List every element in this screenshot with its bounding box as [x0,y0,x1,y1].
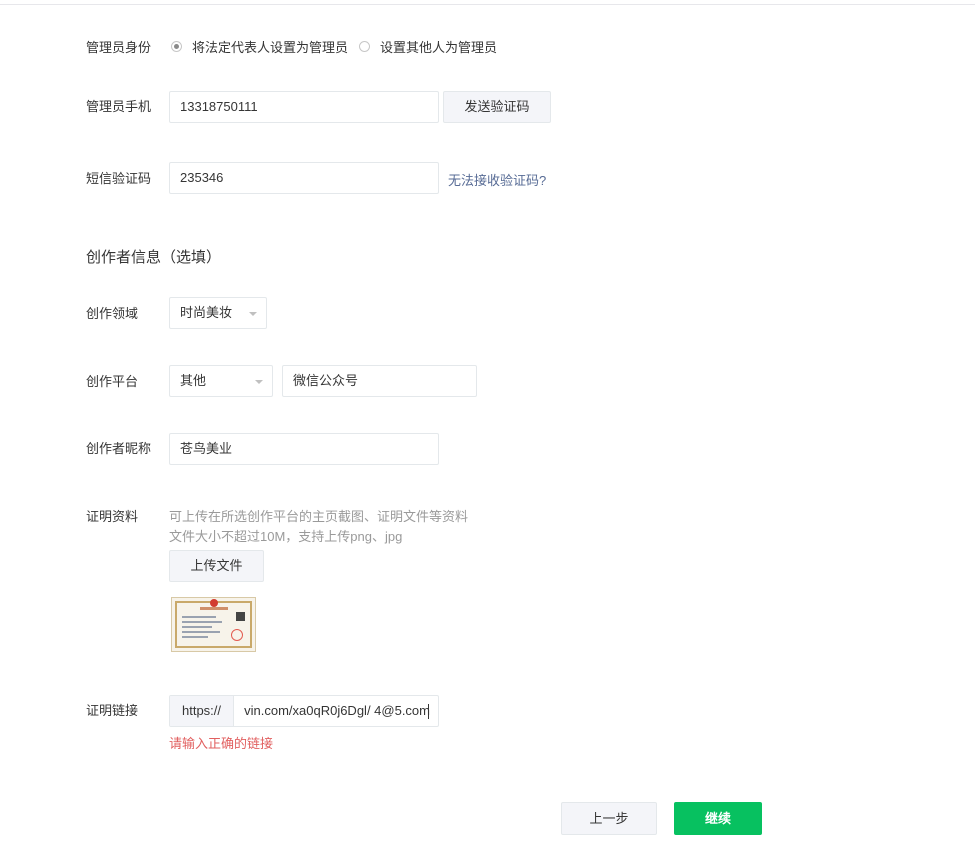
admin-phone-label: 管理员手机 [86,99,152,114]
admin-phone-input[interactable]: 13318750111 [169,91,439,123]
chevron-down-icon [255,380,263,384]
uploaded-license-thumbnail[interactable] [171,597,256,652]
custom-platform-input[interactable]: 微信公众号 [282,365,477,397]
creator-nickname-input[interactable]: 苍鸟美业 [169,433,439,465]
creation-field-value: 时尚美妆 [180,305,233,320]
proof-link-value: vin.com/xa0qR0j6Dgl/ 4@5.com [244,703,430,718]
radio-checked-icon [171,41,182,52]
previous-step-button[interactable]: 上一步 [561,802,657,835]
license-title-mark [200,607,228,610]
radio-legal-rep[interactable]: 将法定代表人设置为管理员 [171,37,348,56]
proof-material-label: 证明资料 [86,509,139,524]
license-text-line [182,631,220,633]
proof-hint-line1: 可上传在所选创作平台的主页截图、证明文件等资料 [169,509,469,524]
proof-link-label: 证明链接 [86,703,139,718]
proof-hint-line2: 文件大小不超过10M，支持上传png、jpg [169,529,403,544]
qr-code-icon [236,612,245,621]
cannot-receive-code-link[interactable]: 无法接收验证码? [448,170,546,189]
upload-file-button[interactable]: 上传文件 [169,550,264,582]
continue-button[interactable]: 继续 [674,802,762,835]
creator-nickname-label: 创作者昵称 [86,441,152,456]
radio-other-person[interactable]: 设置其他人为管理员 [359,37,497,56]
text-cursor [428,704,429,719]
license-text-line [182,621,222,623]
proof-link-input[interactable]: vin.com/xa0qR0j6Dgl/ 4@5.com [234,696,438,726]
proof-link-input-group[interactable]: https:// vin.com/xa0qR0j6Dgl/ 4@5.com [169,695,439,727]
send-code-button[interactable]: 发送验证码 [443,91,551,123]
creation-field-label: 创作领域 [86,306,139,321]
creator-info-section-title: 创作者信息（选填） [86,249,222,266]
admin-identity-label: 管理员身份 [86,40,152,55]
creation-field-select[interactable]: 时尚美妆 [169,297,267,329]
creation-platform-label: 创作平台 [86,374,139,389]
sms-code-input[interactable]: 235346 [169,162,439,194]
top-divider [0,4,975,5]
chevron-down-icon [249,312,257,316]
radio-other-person-label: 设置其他人为管理员 [380,40,498,55]
url-prefix: https:// [170,696,234,726]
license-text-line [182,636,208,638]
sms-code-label: 短信验证码 [86,171,152,186]
radio-legal-rep-label: 将法定代表人设置为管理员 [192,40,349,55]
creation-platform-select[interactable]: 其他 [169,365,273,397]
license-text-line [182,626,212,628]
proof-link-error: 请输入正确的链接 [169,736,274,751]
red-stamp-icon [231,629,243,641]
creation-platform-value: 其他 [180,373,207,388]
emblem-icon [210,599,218,607]
radio-unchecked-icon [359,41,370,52]
license-text-line [182,616,216,618]
